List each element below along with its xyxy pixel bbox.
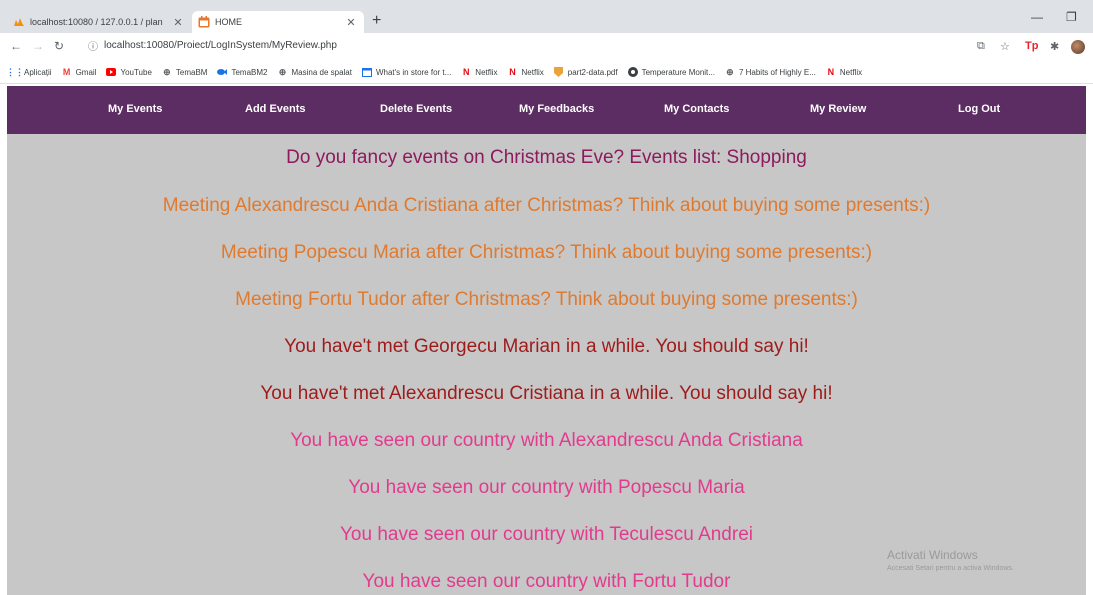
url-field[interactable]: ⓘ localhost:10080/Proiect/LogInSystem/My… <box>88 38 337 53</box>
windows-activation-watermark: Activati Windows Accesati Setari pentru … <box>887 548 1014 572</box>
back-arrow-icon[interactable]: ← <box>10 39 22 53</box>
circle-icon <box>627 67 638 77</box>
nav-my-events[interactable]: My Events <box>108 103 162 115</box>
review-content: Do you fancy events on Christmas Eve? Ev… <box>7 134 1086 595</box>
avatar[interactable] <box>1071 40 1085 54</box>
nav-delete-events[interactable]: Delete Events <box>380 103 452 115</box>
review-message: You have seen our country with Alexandre… <box>290 430 803 451</box>
bookmark-whats-in-store[interactable]: What's in store for t... <box>361 67 451 77</box>
nav-my-contacts[interactable]: My Contacts <box>664 103 729 115</box>
bookmark-youtube[interactable]: YouTube <box>106 67 152 77</box>
bookmark-netflix[interactable]: N Netflix <box>826 67 862 77</box>
gmail-icon: M <box>62 67 71 77</box>
bookmark-apps[interactable]: ⋮⋮ Aplicații <box>6 66 52 77</box>
tab-home[interactable]: HOME ✕ <box>192 11 364 33</box>
review-message: You have't met Georgecu Marian in a whil… <box>284 336 809 357</box>
bookmark-gmail[interactable]: M Gmail <box>62 67 97 77</box>
new-tab-plus-icon[interactable]: + <box>372 12 381 30</box>
globe-icon: ⊕ <box>278 66 287 77</box>
close-tab-icon[interactable]: ✕ <box>171 16 185 29</box>
review-message: You have't met Alexandrescu Cristiana in… <box>260 383 833 404</box>
minimize-icon[interactable]: — <box>1031 10 1043 24</box>
bookmark-netflix[interactable]: N Netflix <box>508 67 543 77</box>
url-text: localhost:10080/Proiect/LogInSystem/MyRe… <box>104 40 337 51</box>
review-message: You have seen our country with Popescu M… <box>348 477 745 498</box>
phpmyadmin-icon <box>13 16 25 28</box>
tab-phpmyadmin[interactable]: localhost:10080 / 127.0.0.1 / plan ✕ <box>13 11 191 33</box>
bookmark-temabm2[interactable]: TemaBM2 <box>217 67 267 77</box>
nav-my-review[interactable]: My Review <box>810 103 866 115</box>
review-message: Meeting Popescu Maria after Christmas? T… <box>220 242 873 263</box>
netflix-icon: N <box>509 67 516 77</box>
shield-icon <box>554 67 564 77</box>
close-tab-icon[interactable]: ✕ <box>344 16 358 29</box>
tab-title: localhost:10080 / 127.0.0.1 / plan <box>30 17 163 27</box>
bookmark-netflix[interactable]: N Netflix <box>461 67 497 77</box>
bookmark-part2-data[interactable]: part2-data.pdf <box>554 67 618 77</box>
browser-tab-strip: localhost:10080 / 127.0.0.1 / plan ✕ HOM… <box>0 0 1093 33</box>
tab-title: HOME <box>215 17 242 27</box>
review-message: You have seen our country with Fortu Tud… <box>362 571 731 592</box>
bookmark-7-habits[interactable]: ⊕ 7 Habits of Highly E... <box>725 67 816 77</box>
address-bar-row: ← → ↻ ⓘ localhost:10080/Proiect/LogInSys… <box>0 33 1093 61</box>
fish-icon <box>217 67 228 77</box>
star-icon[interactable]: ☆ <box>1000 40 1010 53</box>
translate-icon[interactable]: ⧉ <box>977 40 985 53</box>
review-message: You have seen our country with Teculescu… <box>340 524 753 545</box>
bookmark-masina[interactable]: ⊕ Masina de spalat <box>277 66 352 77</box>
restore-icon[interactable]: ❐ <box>1066 10 1077 24</box>
reload-icon[interactable]: ↻ <box>54 39 64 53</box>
globe-icon: ⊕ <box>726 66 734 77</box>
window-icon <box>361 67 372 77</box>
nav-add-events[interactable]: Add Events <box>245 103 306 115</box>
nav-log-out[interactable]: Log Out <box>958 103 1000 115</box>
review-message: Do you fancy events on Christmas Eve? Ev… <box>286 147 807 168</box>
bookmarks-bar: ⋮⋮ Aplicații M Gmail YouTube ⊕ TemaBM TemaB… <box>0 61 1093 84</box>
site-nav-bar: My Events Add Events Delete Events My Fe… <box>7 86 1086 134</box>
bookmark-temperature[interactable]: Temperature Monit... <box>627 67 715 77</box>
puzzle-icon[interactable]: ✱ <box>1050 40 1059 53</box>
review-message: Meeting Alexandrescu Anda Cristiana afte… <box>162 195 931 216</box>
info-icon[interactable]: ⓘ <box>88 38 98 53</box>
youtube-icon <box>106 67 117 77</box>
globe-icon: ⊕ <box>163 66 171 77</box>
calendar-icon <box>198 16 210 28</box>
forward-arrow-icon[interactable]: → <box>32 39 44 53</box>
bookmark-temabm[interactable]: ⊕ TemaBM <box>162 66 207 77</box>
netflix-icon: N <box>827 67 835 77</box>
tp-extension-icon[interactable]: Tp <box>1025 40 1038 52</box>
apps-grid-icon: ⋮⋮ <box>6 66 24 77</box>
netflix-icon: N <box>463 67 470 77</box>
nav-my-feedbacks[interactable]: My Feedbacks <box>519 103 594 115</box>
review-message: Meeting Fortu Tudor after Christmas? Thi… <box>235 289 858 310</box>
